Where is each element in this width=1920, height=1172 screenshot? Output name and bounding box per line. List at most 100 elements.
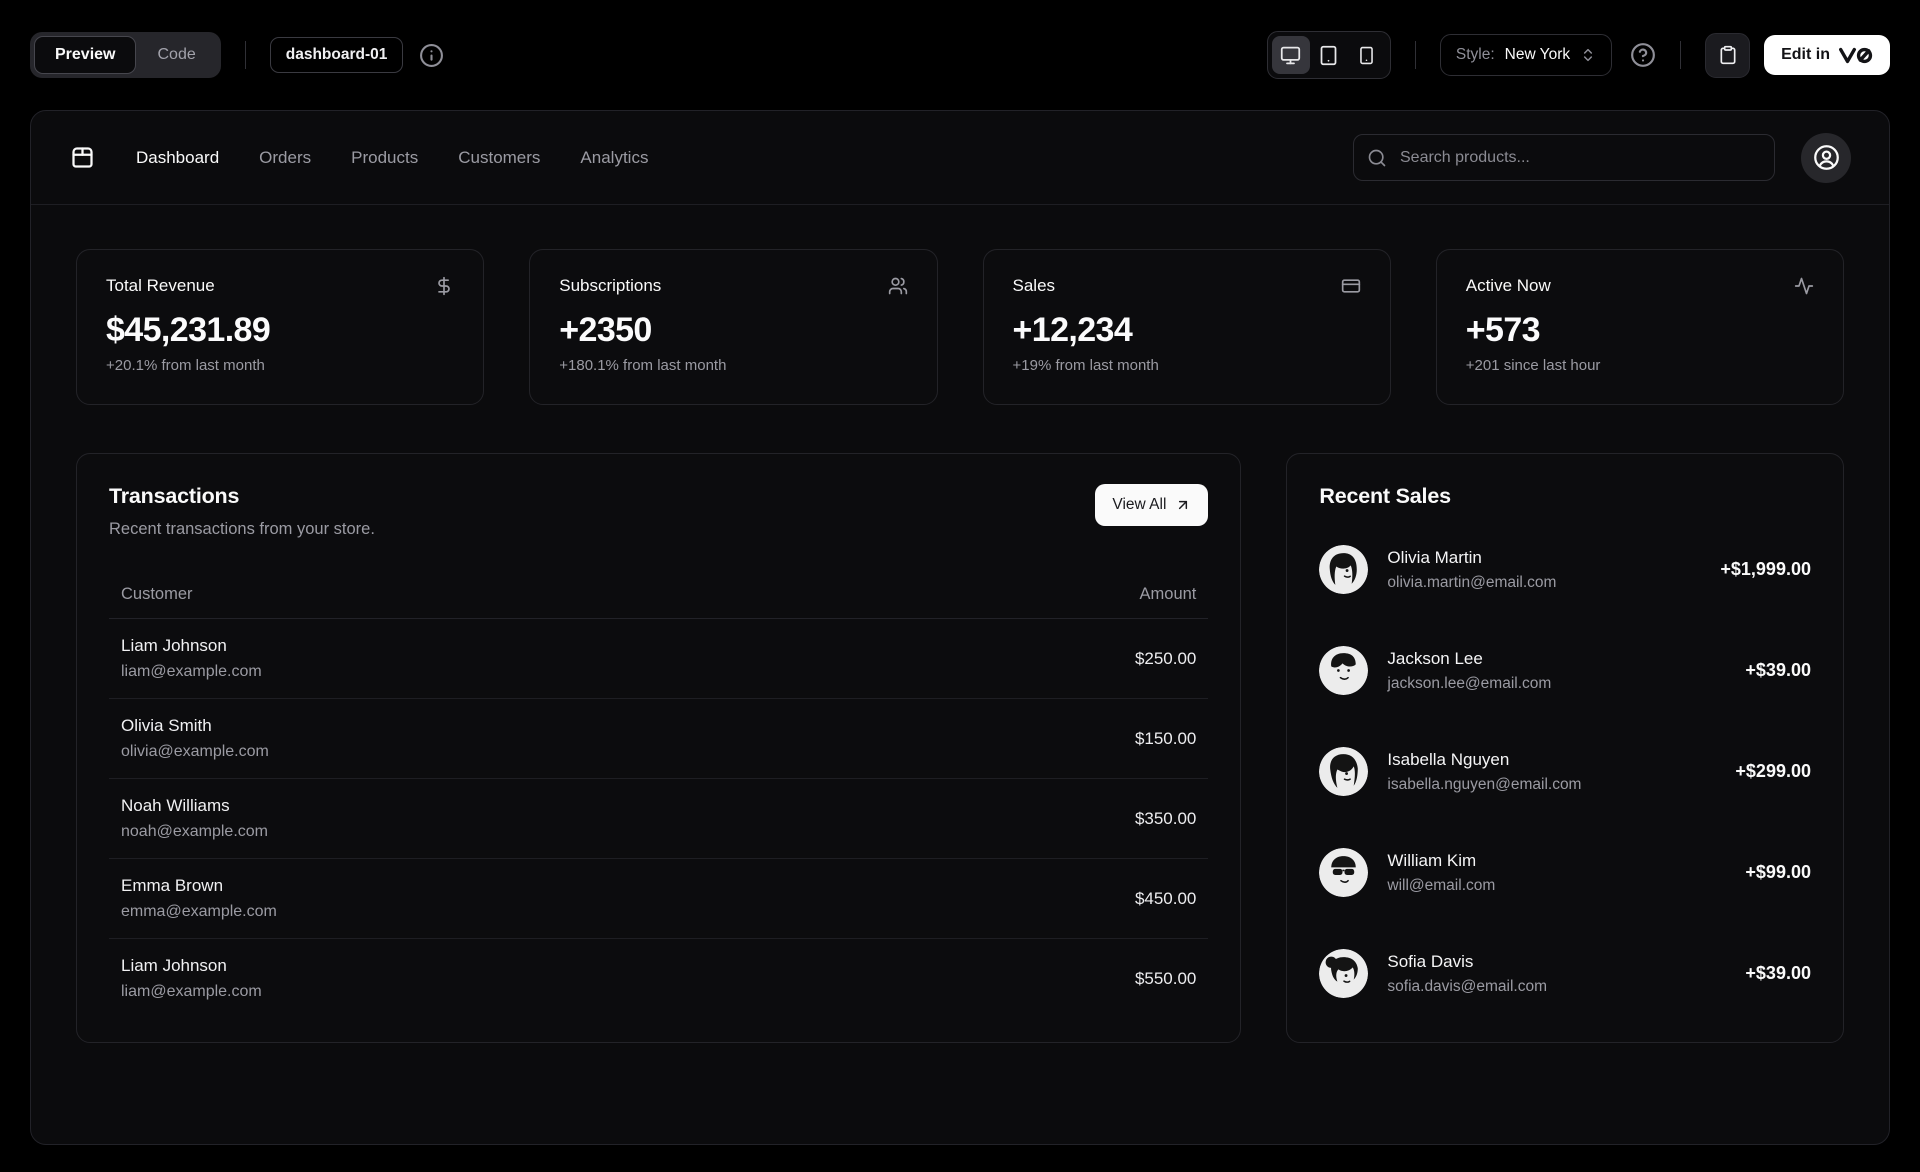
transactions-title: Transactions xyxy=(109,484,240,508)
dashboard-preview-panel: Dashboard Orders Products Customers Anal… xyxy=(30,110,1890,1145)
circle-user-icon xyxy=(1813,144,1840,171)
search-input[interactable] xyxy=(1353,134,1775,181)
avatar xyxy=(1319,545,1369,594)
transaction-amount: $550.00 xyxy=(1134,968,1197,988)
style-select[interactable]: Style: New York xyxy=(1439,34,1613,76)
stat-card-total-revenue: Total Revenue $45,231.89 +20.1% from las… xyxy=(76,249,485,405)
divider xyxy=(1680,41,1682,69)
stat-change: +19% from last month xyxy=(1012,357,1159,374)
view-all-label: View All xyxy=(1112,496,1167,513)
customer-email: liam@example.com xyxy=(121,663,262,680)
avatar xyxy=(1319,646,1369,695)
stat-value: $45,231.89 xyxy=(106,311,271,349)
transactions-subtitle: Recent transactions from your store. xyxy=(109,520,375,538)
search-icon xyxy=(1367,148,1387,168)
transaction-amount: $350.00 xyxy=(854,778,1209,859)
info-icon[interactable] xyxy=(419,43,444,68)
style-select-value: New York xyxy=(1504,46,1571,63)
list-item: Jackson Lee jackson.lee@email.com +$39.0… xyxy=(1319,646,1811,695)
stat-change: +20.1% from last month xyxy=(106,357,265,374)
package-icon xyxy=(69,144,96,171)
table-row: Liam Johnson liam@example.com $550.00 xyxy=(109,939,1208,1019)
monitor-icon[interactable] xyxy=(1271,36,1310,74)
users-icon xyxy=(888,276,908,296)
sale-customer-email: olivia.martin@email.com xyxy=(1387,573,1557,591)
table-row: Olivia Smith olivia@example.com $150.00 xyxy=(109,698,1209,779)
transactions-table: Customer Amount Liam Johnson liam@example… xyxy=(109,575,1209,1019)
transaction-amount: $250.00 xyxy=(854,618,1209,699)
device-toggle-group xyxy=(1266,31,1391,79)
stat-title: Subscriptions xyxy=(559,276,662,295)
stat-change: +201 since last hour xyxy=(1465,357,1601,374)
smartphone-icon[interactable] xyxy=(1348,36,1386,74)
tab-preview[interactable]: Preview xyxy=(34,36,137,74)
transaction-amount: $450.00 xyxy=(854,858,1209,939)
recent-sales-title: Recent Sales xyxy=(1319,484,1451,508)
avatar xyxy=(1319,848,1369,897)
activity-icon xyxy=(1794,276,1814,296)
nav-item-products[interactable]: Products xyxy=(351,148,418,168)
stat-card-active-now: Active Now +573 +201 since last hour xyxy=(1435,249,1844,405)
sale-customer-email: isabella.nguyen@email.com xyxy=(1387,775,1582,793)
customer-name: Olivia Smith xyxy=(121,716,212,735)
search-box xyxy=(1353,134,1775,181)
nav-item-customers[interactable]: Customers xyxy=(458,148,540,168)
customer-email: liam@example.com xyxy=(121,983,262,1000)
circle-help-icon[interactable] xyxy=(1630,42,1656,68)
nav-item-orders[interactable]: Orders xyxy=(259,148,311,168)
dashboard-main: Total Revenue $45,231.89 +20.1% from las… xyxy=(31,205,1889,1088)
transactions-card: Transactions Recent transactions from yo… xyxy=(76,453,1242,1043)
stat-value: +2350 xyxy=(559,311,652,349)
customer-name: Noah Williams xyxy=(121,796,230,815)
sale-customer-email: jackson.lee@email.com xyxy=(1387,674,1552,692)
credit-card-icon xyxy=(1341,276,1361,296)
sale-customer-email: will@email.com xyxy=(1387,876,1496,894)
tablet-icon[interactable] xyxy=(1310,36,1348,74)
dollar-sign-icon xyxy=(434,276,454,296)
sale-customer-name: William Kim xyxy=(1387,850,1477,870)
avatar xyxy=(1319,949,1369,998)
sale-customer-name: Olivia Martin xyxy=(1387,547,1482,567)
divider xyxy=(1414,41,1416,69)
sale-customer-email: sofia.davis@email.com xyxy=(1387,977,1547,995)
tab-code[interactable]: Code xyxy=(136,36,216,74)
sale-amount: +$39.00 xyxy=(1745,660,1811,680)
view-all-button[interactable]: View All xyxy=(1095,484,1209,526)
sale-amount: +$299.00 xyxy=(1735,761,1811,781)
account-menu-button[interactable] xyxy=(1801,132,1851,183)
sale-customer-name: Jackson Lee xyxy=(1387,648,1483,668)
list-item: William Kim will@email.com +$99.00 xyxy=(1319,848,1811,897)
v0-logo-icon xyxy=(1839,47,1873,64)
nav-item-analytics[interactable]: Analytics xyxy=(580,148,648,168)
stat-title: Active Now xyxy=(1465,276,1551,295)
customer-name: Liam Johnson xyxy=(121,636,227,655)
table-row: Liam Johnson liam@example.com $250.00 xyxy=(109,618,1209,699)
table-row: Emma Brown emma@example.com $450.00 xyxy=(109,858,1209,939)
clipboard-icon[interactable] xyxy=(1705,32,1751,78)
toolbar: Preview Code dashboard-01 Style: New Yor… xyxy=(0,0,1920,110)
style-select-label: Style: xyxy=(1455,46,1495,63)
stat-value: +573 xyxy=(1465,311,1541,349)
list-item: Olivia Martin olivia.martin@email.com +$… xyxy=(1319,545,1811,594)
column-header-customer: Customer xyxy=(109,575,855,619)
customer-name: Liam Johnson xyxy=(121,956,227,975)
column-header-amount: Amount xyxy=(854,575,1209,619)
list-item: Isabella Nguyen isabella.nguyen@email.co… xyxy=(1319,747,1811,796)
block-name-badge: dashboard-01 xyxy=(269,37,404,73)
stat-cards-row: Total Revenue $45,231.89 +20.1% from las… xyxy=(76,249,1844,405)
sale-customer-name: Isabella Nguyen xyxy=(1387,749,1510,769)
customer-email: noah@example.com xyxy=(121,823,268,840)
sale-amount: +$39.00 xyxy=(1745,963,1811,983)
stat-title: Sales xyxy=(1012,276,1056,295)
stat-card-sales: Sales +12,234 +19% from last month xyxy=(982,249,1391,405)
avatar xyxy=(1319,747,1369,796)
dashboard-nav: Dashboard Orders Products Customers Anal… xyxy=(31,111,1889,205)
divider xyxy=(244,41,246,69)
customer-email: olivia@example.com xyxy=(121,743,269,760)
sale-amount: +$99.00 xyxy=(1745,862,1811,882)
sale-customer-name: Sofia Davis xyxy=(1387,951,1474,971)
nav-item-dashboard[interactable]: Dashboard xyxy=(136,148,219,168)
customer-name: Emma Brown xyxy=(121,876,224,895)
edit-in-v0-button[interactable]: Edit in xyxy=(1764,35,1890,75)
chevrons-up-down-icon xyxy=(1580,47,1596,63)
